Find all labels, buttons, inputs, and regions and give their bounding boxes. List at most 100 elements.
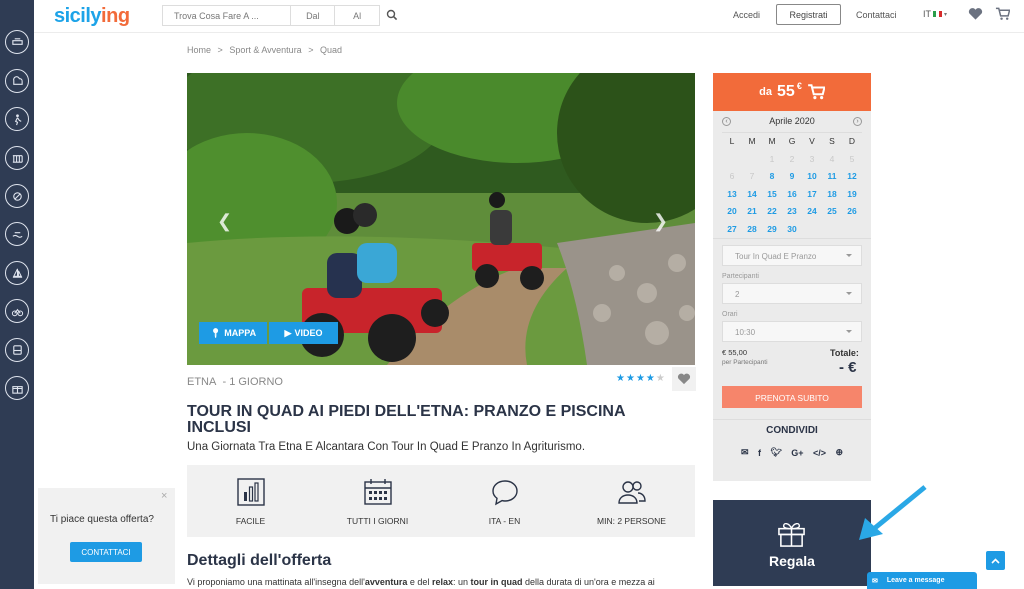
calendar-day-available[interactable]: 12	[842, 168, 862, 186]
calendar-day-available[interactable]: 10	[802, 168, 822, 186]
chef-hat-icon[interactable]	[5, 69, 29, 93]
sicilying-logo[interactable]: sicilying	[54, 5, 130, 28]
price-header[interactable]: da 55 €	[713, 73, 871, 111]
calendar-day-available[interactable]: 22	[762, 203, 782, 221]
breadcrumb-category[interactable]: Sport & Avventura	[229, 45, 301, 55]
calendar-day-available[interactable]: 17	[802, 186, 822, 204]
monument-icon[interactable]	[5, 146, 29, 170]
breadcrumb-home[interactable]: Home	[187, 45, 211, 55]
embed-code-icon[interactable]: </>	[813, 448, 826, 458]
search-bar: Trova Cosa Fare A ... Dal Al	[162, 5, 380, 26]
calendar-day-available[interactable]: 23	[782, 203, 802, 221]
calendar-day-available[interactable]: 30	[782, 221, 802, 239]
feature-label: FACILE	[235, 516, 266, 526]
date-from-input[interactable]: Dal	[291, 6, 336, 25]
feature-label: MIN: 2 PERSONE	[597, 516, 666, 526]
participants-select[interactable]: 2	[722, 283, 862, 304]
calendar-day-available[interactable]: 16	[782, 186, 802, 204]
features-strip: FACILE TUTTI I GIORNI ITA - EN MIN: 2 PE…	[187, 465, 695, 537]
gift-icon[interactable]	[5, 376, 29, 400]
calendar-grid: L M M G V S D 1 2 3 4 5 6 7 8 9 10 11 12 13 14 15 16 17 18 19 20 21…	[722, 132, 862, 238]
food-icon[interactable]	[5, 30, 29, 54]
time-select[interactable]: 10:30	[722, 321, 862, 342]
live-chat-button[interactable]: ✉ Leave a message	[867, 572, 977, 589]
calendar-day-available[interactable]: 25	[822, 203, 842, 221]
share-heading: CONDIVIDI	[766, 425, 818, 436]
calendar-empty-cell	[822, 221, 842, 239]
cart-icon[interactable]	[995, 7, 1010, 21]
chevron-down-icon: ▾	[944, 11, 948, 18]
carousel-next-icon[interactable]: ❯	[653, 211, 668, 232]
weekday-header: M	[748, 136, 756, 146]
offer-details-heading: Dettagli dell'offerta	[187, 552, 332, 569]
calendar-day-available[interactable]: 13	[722, 186, 742, 204]
calendar-day-available[interactable]: 9	[782, 168, 802, 186]
book-now-button[interactable]: PRENOTA SUBITO	[722, 386, 862, 408]
breadcrumb: Home > Sport & Avventura > Quad	[187, 45, 346, 55]
calendar-next-icon[interactable]: ›	[852, 116, 862, 126]
tour-option-select[interactable]: Tour In Quad E Pranzo	[722, 245, 862, 266]
total-label: Totale:	[830, 348, 859, 358]
calendar-day-available[interactable]: 24	[802, 203, 822, 221]
offer-description: Vi proponiamo una mattinata all'insegna …	[187, 577, 655, 587]
sailing-icon[interactable]	[5, 261, 29, 285]
map-button[interactable]: 📍︎ MAPPA	[199, 322, 267, 344]
bike-icon[interactable]	[5, 299, 29, 323]
search-what-input[interactable]: Trova Cosa Fare A ...	[163, 6, 292, 25]
google-plus-icon[interactable]: G+	[791, 448, 803, 458]
calendar-month: Aprile 2020	[769, 116, 815, 126]
adventure-icon[interactable]	[5, 184, 29, 208]
language-selector[interactable]: IT ▾	[923, 9, 947, 19]
calendar-day-available[interactable]: 21	[742, 203, 762, 221]
calendar-day-available[interactable]: 8	[762, 168, 782, 186]
search-icon[interactable]	[386, 9, 398, 21]
twitter-icon[interactable]: 🐦︎	[770, 447, 781, 458]
calendar-day-available[interactable]: 26	[842, 203, 862, 221]
calendar-empty-cell	[802, 221, 822, 239]
gift-box-button[interactable]: Regala	[713, 500, 871, 586]
video-button[interactable]: ▶ VIDEO	[269, 322, 338, 344]
calendar-day-available[interactable]: 18	[822, 186, 842, 204]
price-prefix: da	[759, 86, 773, 98]
carousel-prev-icon[interactable]: ❮	[217, 211, 232, 232]
contact-link[interactable]: Contattaci	[856, 10, 897, 20]
per-person-amount: € 55,00	[722, 348, 748, 357]
more-share-icon[interactable]: ⊕	[835, 447, 843, 458]
breadcrumb-separator: >	[308, 45, 314, 55]
hiking-icon[interactable]	[5, 107, 29, 131]
date-to-input[interactable]: Al	[335, 6, 379, 25]
login-link[interactable]: Accedi	[733, 10, 760, 20]
location-text: ETNA	[187, 376, 217, 388]
difficulty-bars-icon	[236, 478, 265, 506]
diving-icon[interactable]	[5, 222, 29, 246]
map-button-label: MAPPA	[224, 328, 257, 338]
bus-icon[interactable]	[5, 338, 29, 362]
facebook-icon[interactable]: f	[758, 448, 761, 458]
tour-subtitle: Una Giornata Tra Etna E Alcantara Con To…	[187, 441, 586, 453]
register-button[interactable]: Registrati	[776, 4, 841, 25]
time-label: Orari	[722, 311, 738, 318]
calendar-day-available[interactable]: 20	[722, 203, 742, 221]
calendar-prev-icon[interactable]: ‹	[722, 116, 731, 126]
calendar-day-available[interactable]: 29	[762, 221, 782, 239]
popup-contact-button[interactable]: CONTATTACI	[70, 542, 142, 562]
favorite-button[interactable]	[672, 367, 696, 391]
chevron-up-icon	[991, 557, 1000, 564]
calendar-day-available[interactable]: 11	[822, 168, 842, 186]
calendar-day-available[interactable]: 14	[742, 186, 762, 204]
close-icon[interactable]: ×	[161, 490, 167, 502]
calendar-day-available[interactable]: 28	[742, 221, 762, 239]
heart-icon[interactable]	[968, 7, 983, 21]
chat-label: Leave a message	[886, 577, 945, 584]
calendar-day-available[interactable]: 15	[762, 186, 782, 204]
price-currency: €	[796, 81, 802, 91]
email-icon[interactable]: ✉	[741, 447, 749, 458]
people-icon	[617, 481, 646, 504]
calendar-day-available[interactable]: 27	[722, 221, 742, 239]
share-buttons: ✉ f 🐦︎ G+ </> ⊕	[741, 447, 843, 458]
calendar-day-disabled: 4	[829, 153, 835, 164]
scroll-to-top-button[interactable]	[986, 551, 1005, 570]
calendar-empty-cell	[742, 151, 762, 169]
calendar-day-available[interactable]: 19	[842, 186, 862, 204]
tour-photo-carousel[interactable]: ❮ ❯ 📍︎ MAPPA ▶ VIDEO	[187, 73, 695, 365]
